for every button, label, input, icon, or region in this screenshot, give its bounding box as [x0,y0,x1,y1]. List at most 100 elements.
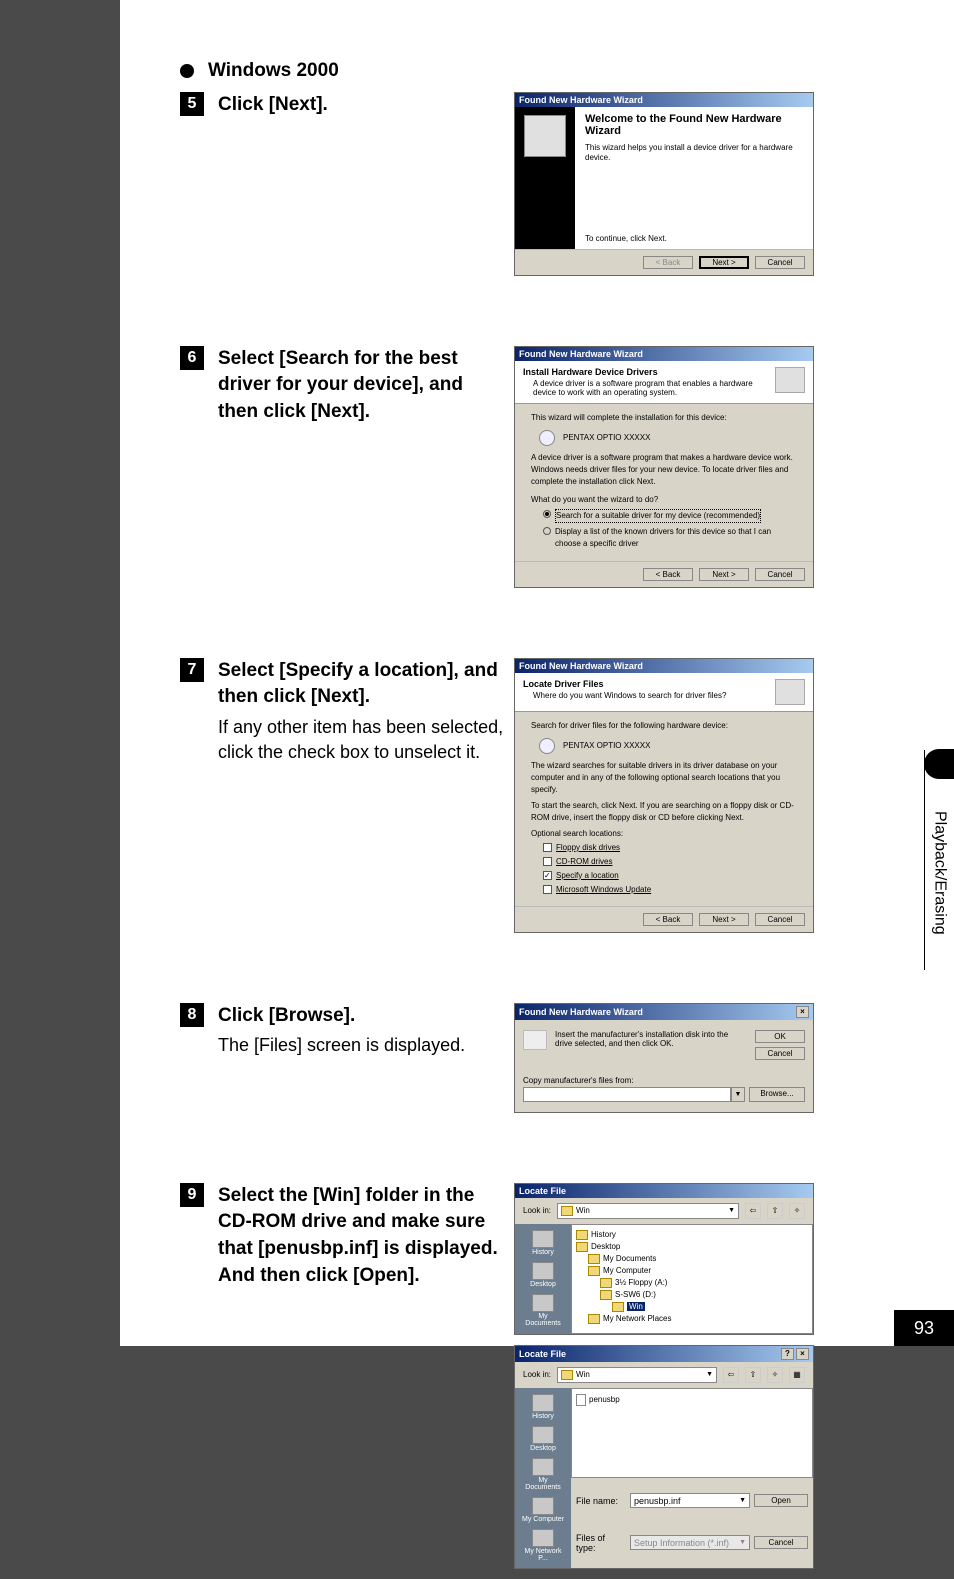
up-nav-icon[interactable]: ⇧ [767,1203,783,1219]
content-line: This wizard will complete the installati… [531,412,797,424]
tree-item[interactable]: My Computer [603,1266,651,1275]
dialog-title-text: Found New Hardware Wizard [519,1007,643,1017]
radio-icon [543,510,551,518]
filetype-label: Files of type: [576,1533,626,1553]
lookin-combo[interactable]: Win ▼ [557,1367,717,1383]
step-text: Select [Specify a location], and then cl… [218,658,514,766]
radio-search-option[interactable]: Search for a suitable driver for my devi… [543,509,797,523]
step-6: 6 Select [Search for the best driver for… [180,346,814,598]
tree-item[interactable]: My Documents [603,1254,656,1263]
dialog-titlebar: Found New Hardware Wizard × [515,1004,813,1020]
step-screenshot: Locate File Look in: Win ▼ ⇦ ⇧ ✧ [514,1183,814,1579]
dialog-titlebar: Found New Hardware Wizard [515,659,813,673]
up-nav-icon[interactable]: ⇧ [745,1367,761,1383]
step-number: 5 [180,92,204,116]
cancel-button[interactable]: Cancel [754,1536,808,1549]
sidebar-mydocuments[interactable]: My Documents [520,1456,566,1493]
file-list-area[interactable]: History Desktop My Documents My Computer… [571,1224,813,1334]
checkbox-icon [543,885,552,894]
step-text: Select [Search for the best driver for y… [218,346,514,426]
content-line: The wizard searches for suitable drivers… [531,760,797,796]
tree-item[interactable]: My Network Places [603,1314,671,1323]
new-folder-icon[interactable]: ✧ [767,1367,783,1383]
network-icon [532,1529,554,1547]
close-icon[interactable]: × [796,1006,809,1018]
next-button[interactable]: Next > [699,913,749,926]
back-button[interactable]: < Back [643,913,693,926]
tree-item[interactable]: History [591,1230,616,1239]
step-heading: Select [Search for the best driver for y… [218,346,504,426]
cancel-button[interactable]: Cancel [755,913,805,926]
checkbox-icon [543,857,552,866]
dropdown-icon[interactable]: ▼ [731,1087,745,1102]
radio-label: Display a list of the known drivers for … [555,526,797,550]
cancel-button[interactable]: Cancel [755,1047,805,1060]
file-item[interactable]: penusbp [589,1395,620,1404]
dialog-body: Welcome to the Found New Hardware Wizard… [515,107,813,249]
dialog-lower: Copy manufacturer's files from: ▼ Browse… [515,1070,813,1112]
dialog-button-row: < Back Next > Cancel [515,906,813,932]
sidebar-mydocuments[interactable]: My Documents [520,1292,566,1329]
section-tab: Playback/Erasing [924,750,954,970]
sidebar-history[interactable]: History [520,1392,566,1422]
content-line: Optional search locations: [531,828,797,840]
next-button[interactable]: Next > [699,568,749,581]
sidebar-network[interactable]: My Network P... [520,1527,566,1564]
wizard-content: This wizard will complete the installati… [515,404,813,561]
lookin-combo[interactable]: Win ▼ [557,1203,739,1219]
browse-button[interactable]: Browse... [749,1087,805,1102]
next-button[interactable]: Next > [699,256,749,269]
dialog-button-row: < Back Next > Cancel [515,249,813,275]
file-list-area[interactable]: penusbp [571,1388,813,1478]
new-folder-icon[interactable]: ✧ [789,1203,805,1219]
device-row: PENTAX OPTIO XXXXX [539,430,797,446]
tree-item[interactable]: 3½ Floppy (A:) [615,1278,667,1287]
tab-dot-icon [924,749,954,779]
dialog-message: Insert the manufacturer's installation d… [555,1030,747,1048]
wizard-header-sub: Where do you want Windows to search for … [533,691,775,700]
checkbox-cdrom[interactable]: CD-ROM drives [543,856,797,868]
checkbox-label: Microsoft Windows Update [556,884,651,896]
step-7: 7 Select [Specify a location], and then … [180,658,814,943]
path-input[interactable] [523,1087,731,1102]
mydocuments-icon [532,1458,554,1476]
checkbox-windows-update[interactable]: Microsoft Windows Update [543,884,797,896]
filename-input[interactable]: penusbp.inf▼ [630,1493,750,1508]
computer-icon [588,1266,600,1276]
close-icon[interactable]: × [796,1348,809,1360]
checkbox-floppy[interactable]: Floppy disk drives [543,842,797,854]
sidebar-desktop[interactable]: Desktop [520,1260,566,1290]
dialog-title-text: Found New Hardware Wizard [519,95,643,105]
back-nav-icon[interactable]: ⇦ [723,1367,739,1383]
tree-item[interactable]: Desktop [591,1242,620,1251]
step-number: 6 [180,346,204,370]
checkbox-label: CD-ROM drives [556,856,612,868]
tree-item[interactable]: S-SW6 (D:) [615,1290,656,1299]
cancel-button[interactable]: Cancel [755,568,805,581]
radio-display-list-option[interactable]: Display a list of the known drivers for … [543,526,797,550]
sidebar-history[interactable]: History [520,1228,566,1258]
dialog-locate-file-tree: Locate File Look in: Win ▼ ⇦ ⇧ ✧ [514,1183,814,1335]
view-icon[interactable]: ▦ [789,1367,805,1383]
ok-button[interactable]: OK [755,1030,805,1043]
desktop-icon [532,1426,554,1444]
bullet-icon [180,64,194,78]
hardware-icon [524,115,566,157]
back-nav-icon[interactable]: ⇦ [745,1203,761,1219]
sidebar-desktop[interactable]: Desktop [520,1424,566,1454]
hardware-icon [775,367,805,393]
checkbox-specify-location[interactable]: Specify a location [543,870,797,882]
back-button[interactable]: < Back [643,568,693,581]
dialog-title-text: Locate File [519,1349,566,1359]
path-combo[interactable]: ▼ [523,1087,745,1102]
wizard-content: Welcome to the Found New Hardware Wizard… [575,107,813,249]
cancel-button[interactable]: Cancel [755,256,805,269]
checkbox-label: Specify a location [556,870,619,882]
tree-item-selected[interactable]: Win [627,1302,645,1311]
back-button[interactable]: < Back [643,256,693,269]
help-icon[interactable]: ? [781,1348,794,1360]
sidebar-mycomputer[interactable]: My Computer [520,1495,566,1525]
open-button[interactable]: Open [754,1494,808,1507]
os-heading-row: Windows 2000 [180,60,814,82]
os-heading: Windows 2000 [208,60,339,82]
